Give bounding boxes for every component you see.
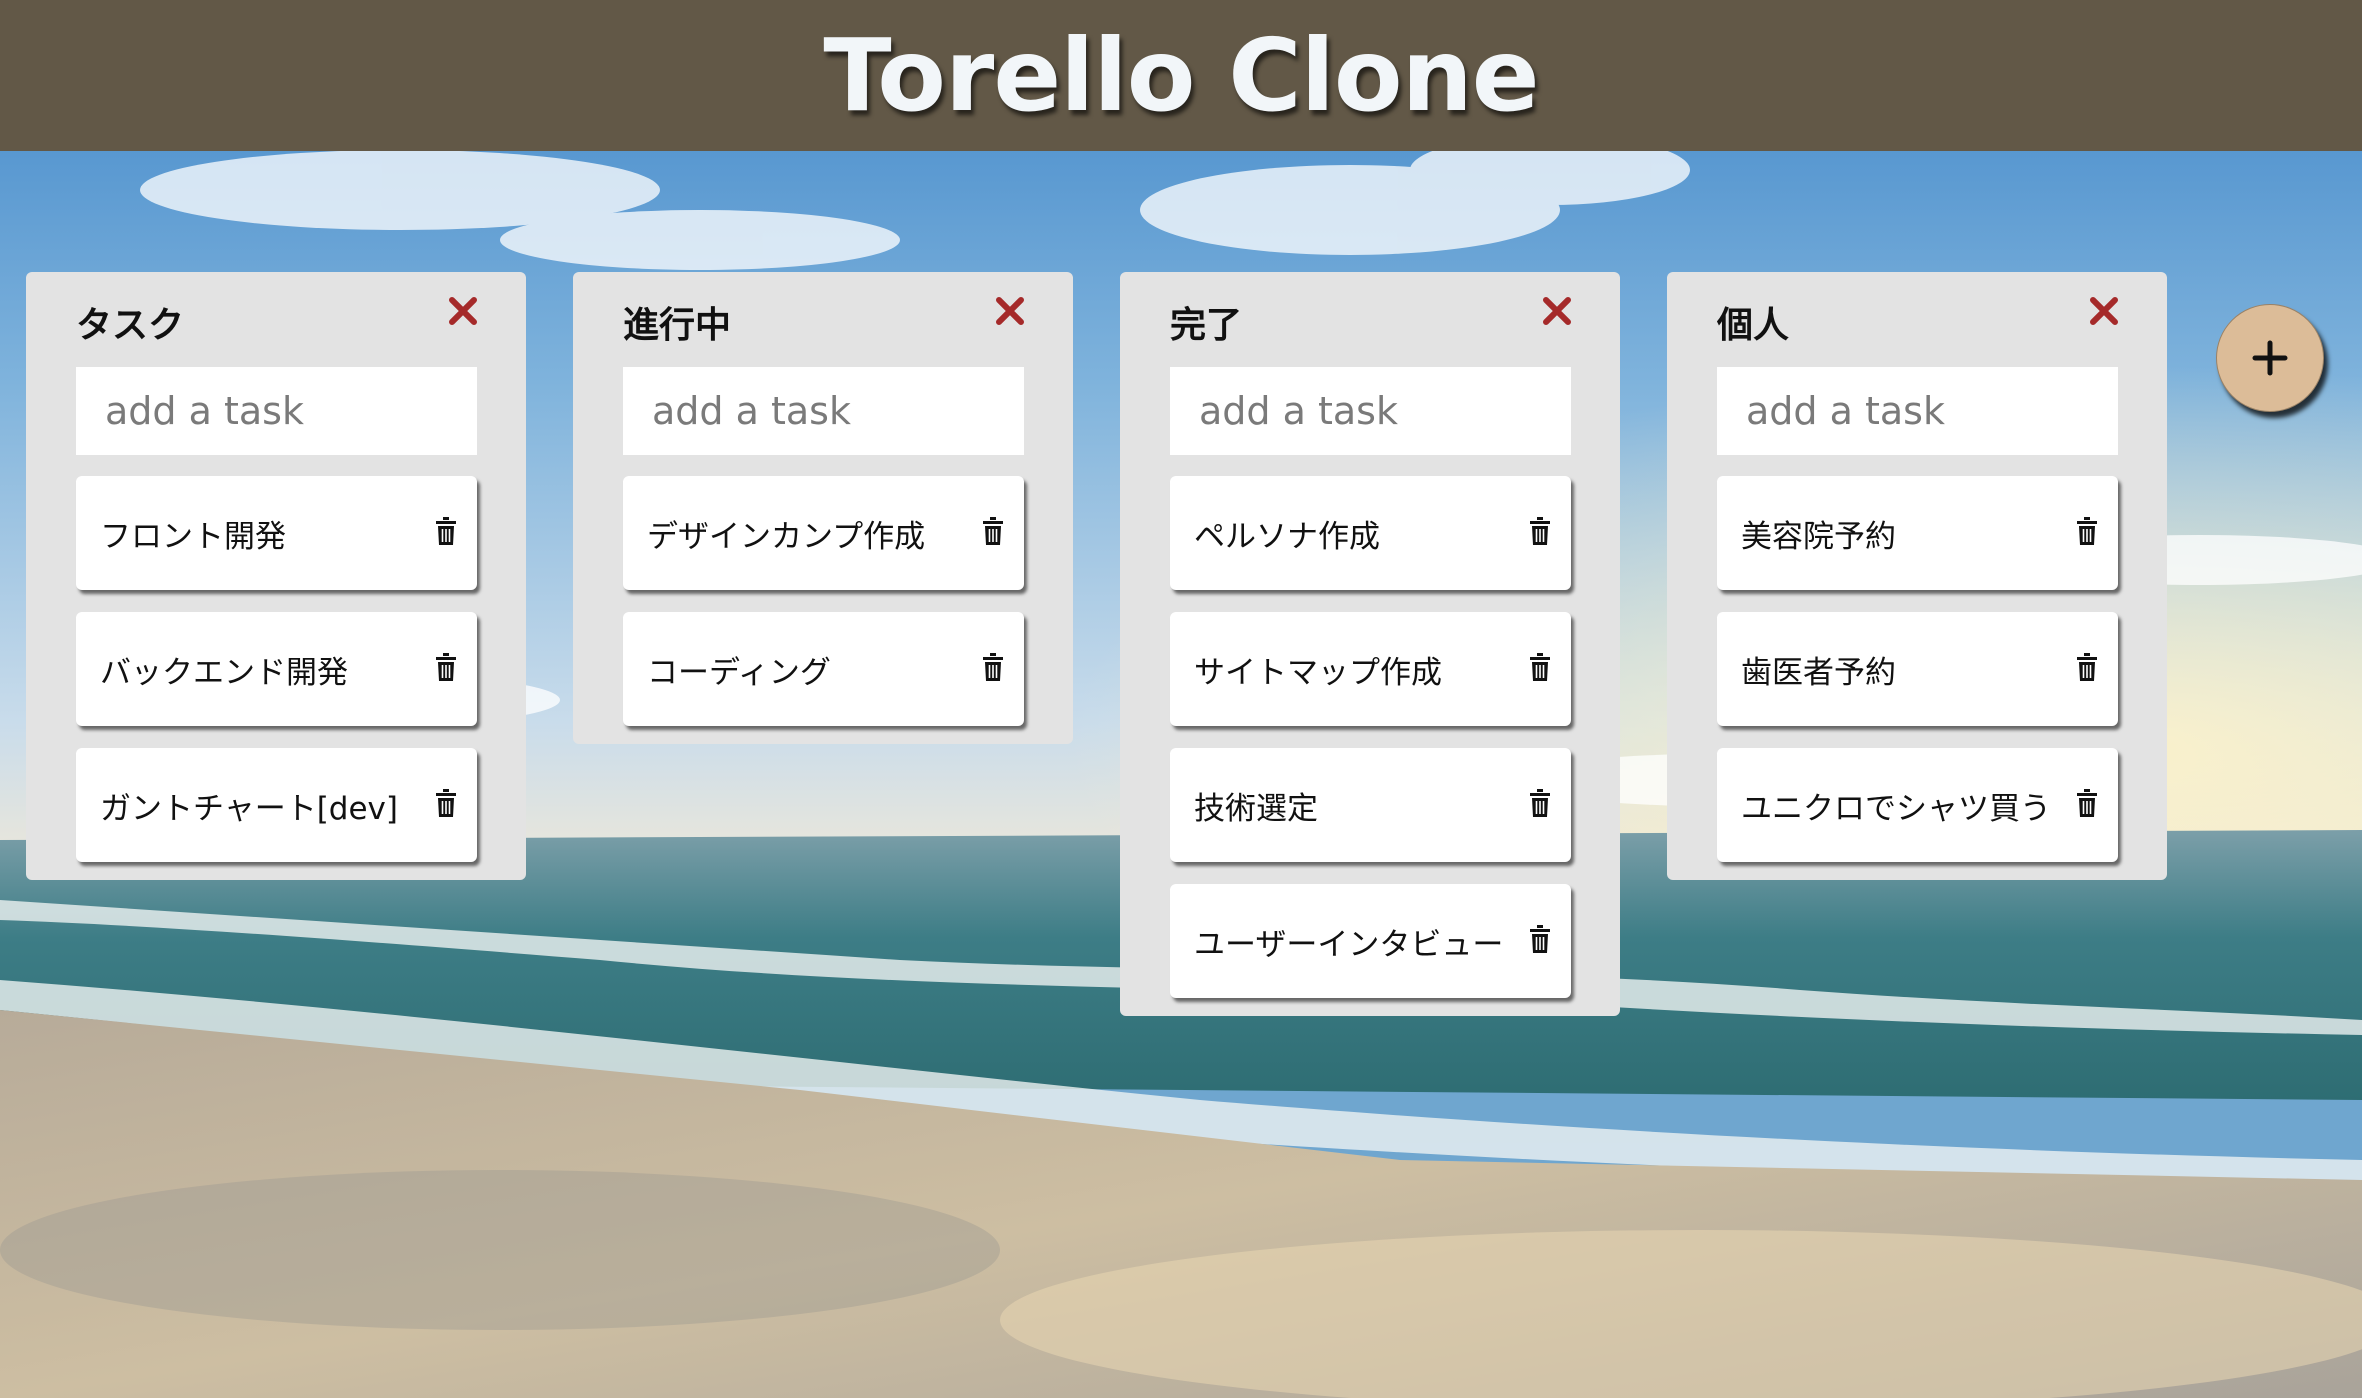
card-list: 美容院予約 歯医者予約 ユニクロでシャツ買う [1667, 476, 2167, 862]
close-icon[interactable] [993, 294, 1027, 328]
trash-icon[interactable] [1529, 924, 1551, 954]
task-card-text: バックエンド開発 [100, 654, 348, 691]
task-card[interactable]: ガントチャート[dev] [76, 748, 477, 862]
app-title: Torello Clone [823, 16, 1539, 134]
list-header: タスク [26, 272, 526, 367]
task-card[interactable]: フロント開発 [76, 476, 477, 590]
list-personal: 個人 美容院予約 歯医者予約 ユニクロでシャツ買う [1667, 272, 2167, 880]
close-icon[interactable] [1540, 294, 1574, 328]
trash-icon[interactable] [982, 652, 1004, 682]
close-icon[interactable] [2087, 294, 2121, 328]
add-task-input[interactable] [76, 367, 477, 455]
list-done: 完了 ペルソナ作成 サイトマップ作成 技術選定 ユーザーインタビュー [1120, 272, 1620, 1016]
trash-icon[interactable] [1529, 788, 1551, 818]
add-task-input[interactable] [1717, 367, 2118, 455]
add-task-input[interactable] [623, 367, 1024, 455]
trash-icon[interactable] [1529, 652, 1551, 682]
trash-icon[interactable] [435, 788, 457, 818]
add-list-button[interactable] [2216, 304, 2324, 412]
list-in-progress: 進行中 デザインカンプ作成 コーディング [573, 272, 1073, 744]
task-card-text: コーディング [647, 654, 831, 691]
trash-icon[interactable] [435, 516, 457, 546]
task-card[interactable]: バックエンド開発 [76, 612, 477, 726]
task-card-text: 美容院予約 [1741, 518, 1896, 555]
trash-icon[interactable] [2076, 788, 2098, 818]
task-card[interactable]: サイトマップ作成 [1170, 612, 1571, 726]
task-card-text: ガントチャート[dev] [100, 790, 398, 827]
task-card-text: サイトマップ作成 [1194, 654, 1442, 691]
task-card[interactable]: 美容院予約 [1717, 476, 2118, 590]
list-header: 進行中 [573, 272, 1073, 367]
trash-icon[interactable] [1529, 516, 1551, 546]
trash-icon[interactable] [435, 652, 457, 682]
task-card[interactable]: 技術選定 [1170, 748, 1571, 862]
trash-icon[interactable] [2076, 516, 2098, 546]
task-card-text: デザインカンプ作成 [647, 518, 926, 555]
plus-icon [2252, 340, 2288, 376]
card-list: ペルソナ作成 サイトマップ作成 技術選定 ユーザーインタビュー [1120, 476, 1620, 998]
close-icon[interactable] [446, 294, 480, 328]
list-tasks: タスク フロント開発 バックエンド開発 ガントチャート[dev] [26, 272, 526, 880]
task-card-text: ユーザーインタビュー [1194, 926, 1504, 963]
task-card-text: ペルソナ作成 [1194, 518, 1380, 555]
list-title: 個人 [1717, 305, 1790, 346]
trash-icon[interactable] [2076, 652, 2098, 682]
trash-icon[interactable] [982, 516, 1004, 546]
task-card[interactable]: デザインカンプ作成 [623, 476, 1024, 590]
card-list: デザインカンプ作成 コーディング [573, 476, 1073, 726]
task-card[interactable]: 歯医者予約 [1717, 612, 2118, 726]
task-card-text: ユニクロでシャツ買う [1741, 790, 2051, 827]
task-card-text: 技術選定 [1194, 790, 1318, 827]
list-title: 完了 [1170, 305, 1243, 346]
list-header: 完了 [1120, 272, 1620, 367]
task-card-text: フロント開発 [100, 518, 286, 555]
task-card[interactable]: コーディング [623, 612, 1024, 726]
add-task-input[interactable] [1170, 367, 1571, 455]
task-card[interactable]: ユーザーインタビュー [1170, 884, 1571, 998]
task-card-text: 歯医者予約 [1741, 654, 1896, 691]
task-card[interactable]: ペルソナ作成 [1170, 476, 1571, 590]
list-header: 個人 [1667, 272, 2167, 367]
list-title: タスク [76, 305, 185, 346]
app-header: Torello Clone [0, 0, 2362, 151]
card-list: フロント開発 バックエンド開発 ガントチャート[dev] [26, 476, 526, 862]
list-title: 進行中 [623, 305, 732, 346]
task-card[interactable]: ユニクロでシャツ買う [1717, 748, 2118, 862]
